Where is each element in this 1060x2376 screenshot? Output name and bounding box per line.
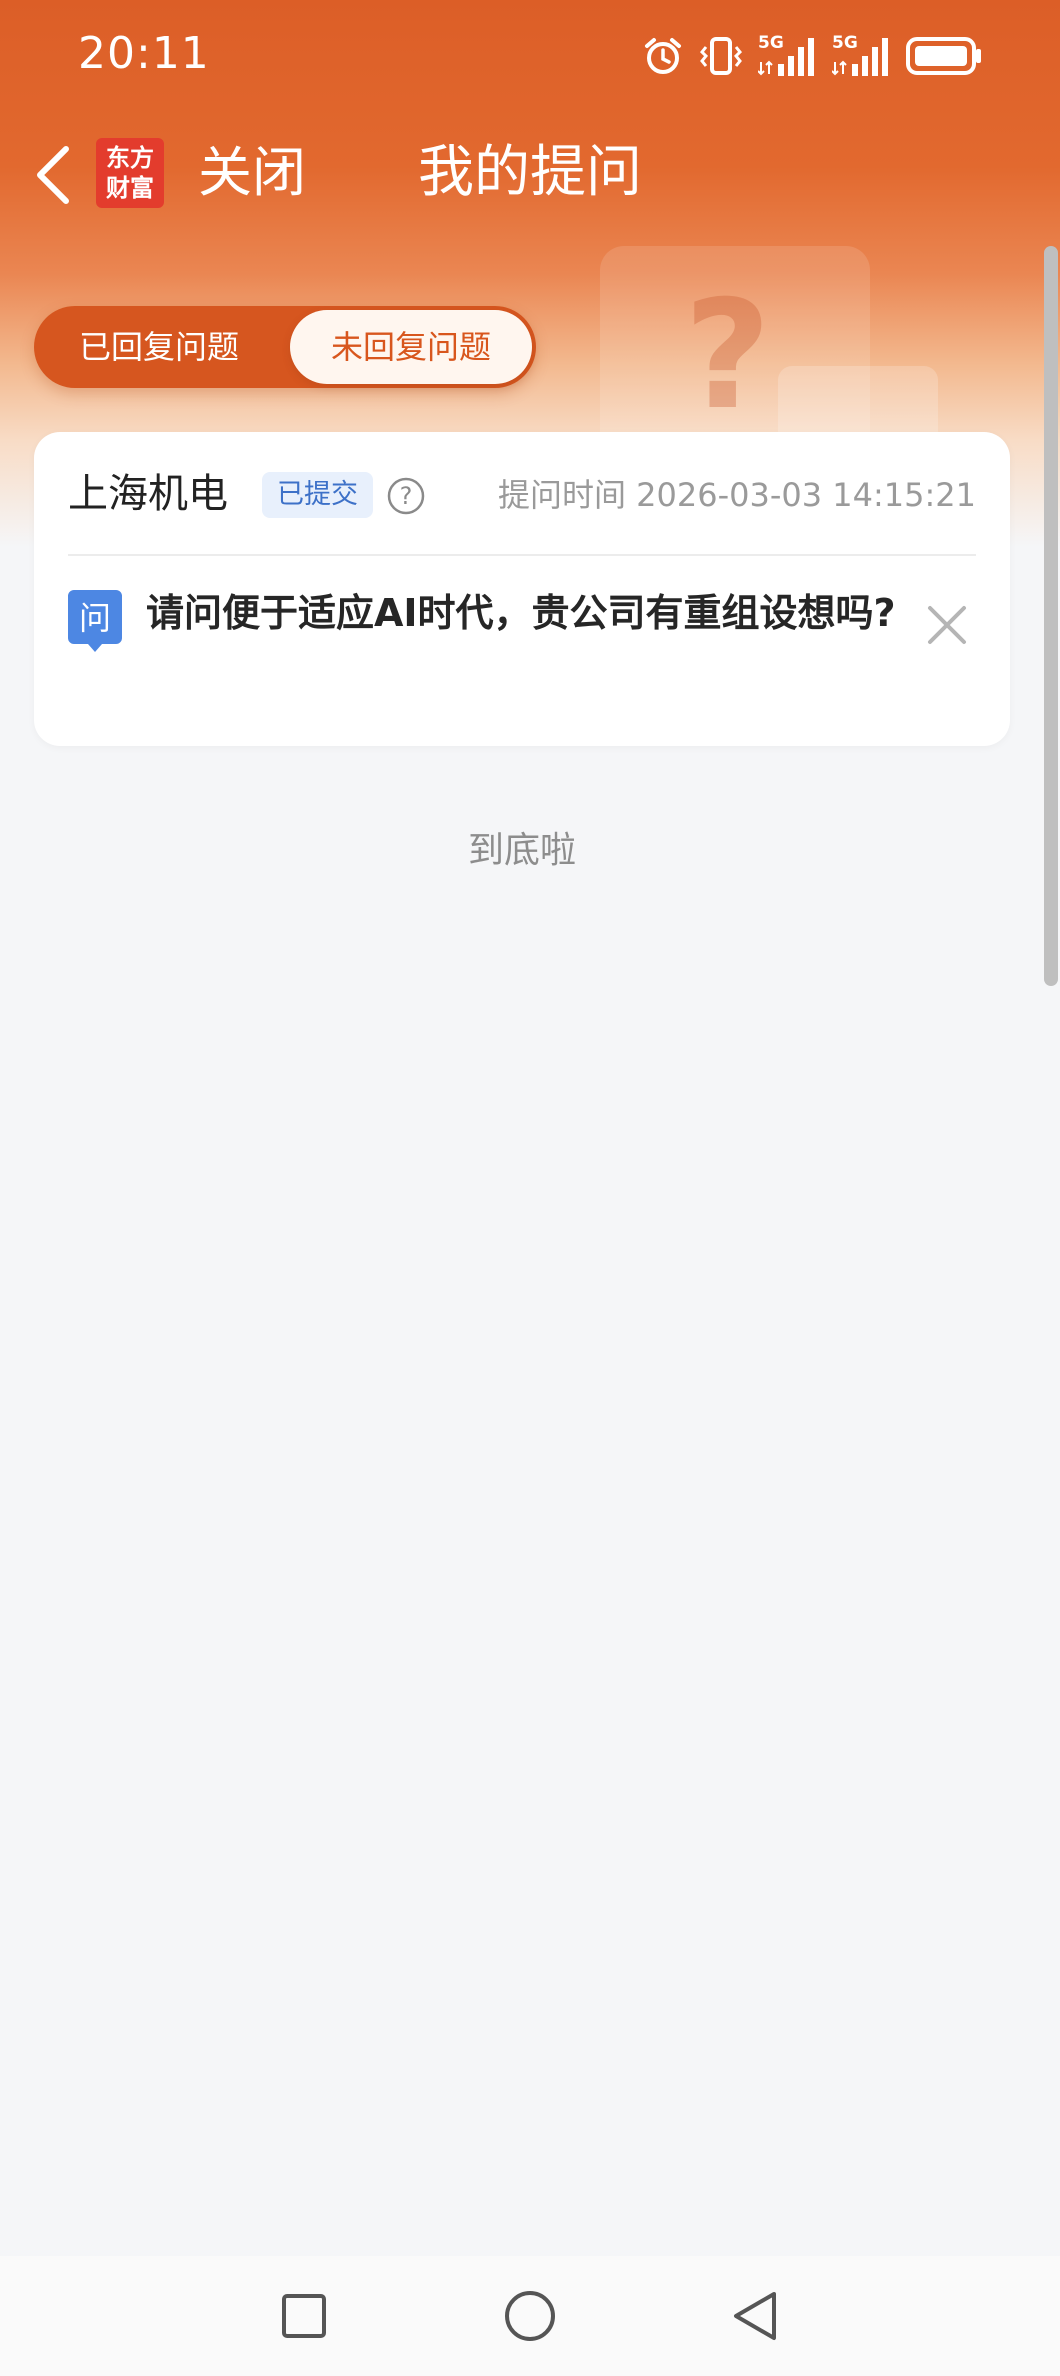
circle-icon[interactable]	[500, 2286, 560, 2346]
square-icon[interactable]	[274, 2286, 334, 2346]
close-button[interactable]: 关闭	[198, 136, 306, 210]
divider	[68, 554, 976, 556]
vibrate-icon	[699, 37, 743, 75]
scrollbar[interactable]	[1044, 246, 1058, 986]
logo-text-bottom: 财富	[106, 173, 154, 202]
question-time: 提问时间 2026-03-03 14:15:21	[497, 476, 976, 514]
status-bar: 20:11 5G 5G	[0, 0, 1060, 118]
svg-text:?: ?	[400, 482, 413, 510]
triangle-back-icon[interactable]	[726, 2286, 786, 2346]
logo-text-top: 东方	[106, 143, 154, 172]
app-logo: 东方 财富	[96, 138, 164, 208]
question-circle-icon[interactable]: ?	[386, 476, 426, 516]
close-icon[interactable]	[924, 602, 970, 648]
end-of-list-text: 到底啦	[467, 830, 576, 871]
status-icons: 5G 5G	[642, 30, 982, 82]
question-mark-icon: ?	[684, 269, 772, 443]
top-nav-bar: 东方 财富 关闭 我的提问	[0, 118, 1060, 230]
ask-icon: 问	[68, 590, 122, 652]
alarm-icon	[645, 38, 681, 74]
back-button[interactable]	[24, 140, 84, 210]
tab-unanswered[interactable]: 未回复问题	[290, 310, 532, 384]
tab-answered[interactable]: 已回复问题	[34, 306, 284, 388]
company-name: 上海机电	[68, 471, 228, 517]
status-badge: 已提交	[262, 472, 373, 518]
status-time: 20:11	[78, 28, 210, 79]
ask-icon-label: 问	[79, 599, 111, 637]
5g-signal-icon: 5G	[758, 34, 818, 78]
system-navigation-bar	[0, 2256, 1060, 2376]
chevron-left-icon	[37, 146, 69, 204]
question-card[interactable]: 上海机电 已提交 ? 提问时间 2026-03-03 14:15:21 问 请问…	[34, 432, 1010, 746]
question-text: 请问便于适应AI时代，贵公司有重组设想吗?	[146, 591, 896, 635]
5g-signal-icon: 5G	[832, 34, 892, 78]
page-title: 我的提问	[418, 140, 642, 205]
battery-icon	[906, 37, 981, 75]
question-tabs: 已回复问题 未回复问题	[34, 306, 536, 388]
